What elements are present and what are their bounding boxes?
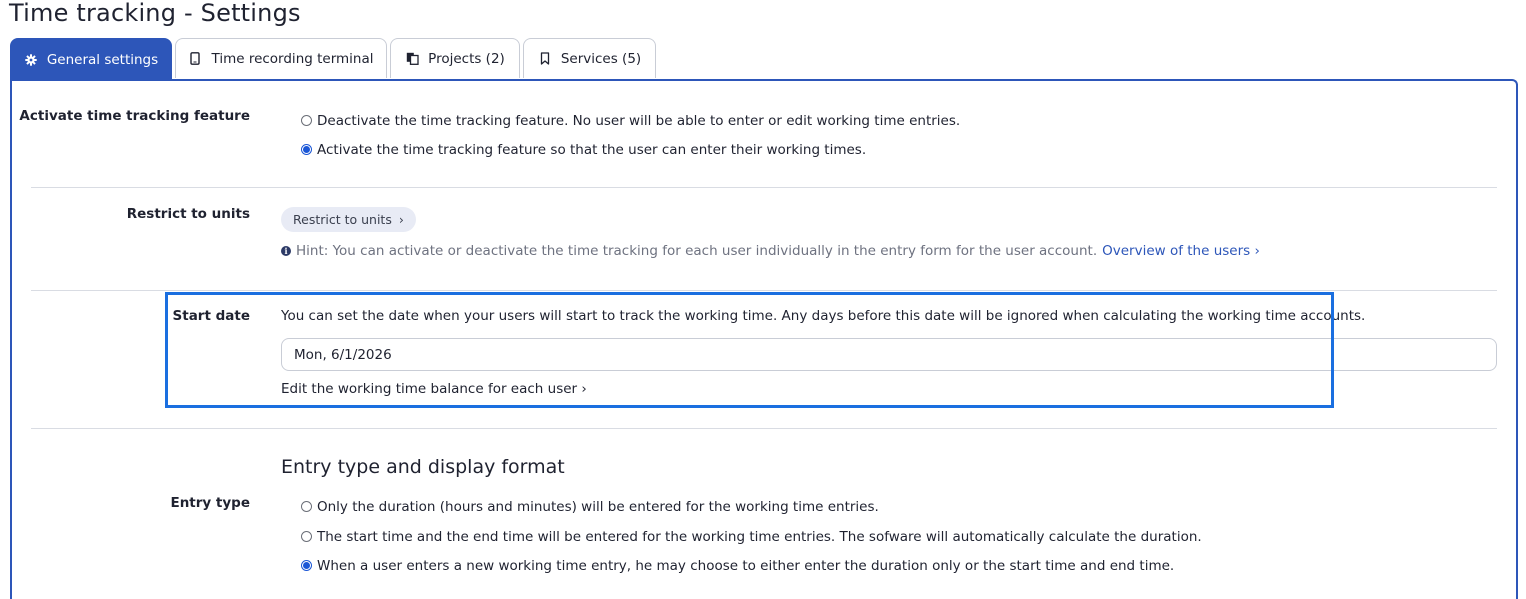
activation-label: Activate time tracking feature (19, 108, 250, 124)
tablet-icon (188, 52, 202, 66)
radio-user-choice[interactable]: When a user enters a new working time en… (301, 558, 1174, 574)
folders-icon (405, 52, 419, 66)
chevron-right-icon: › (398, 212, 404, 227)
radio-label: Only the duration (hours and minutes) wi… (317, 499, 879, 515)
radio-label: Deactivate the time tracking feature. No… (317, 113, 961, 129)
radio-button[interactable] (301, 530, 312, 542)
radio-activate[interactable]: Activate the time tracking feature so th… (301, 142, 866, 158)
radio-deactivate[interactable]: Deactivate the time tracking feature. No… (301, 113, 960, 129)
tab-time-recording-terminal[interactable]: Time recording terminal (175, 38, 387, 78)
restrict-hint: i Hint: You can activate or deactivate t… (281, 243, 1260, 259)
gear-icon (24, 53, 38, 67)
radio-label: When a user enters a new working time en… (317, 558, 1175, 574)
radio-start-end-time[interactable]: The start time and the end time will be … (301, 529, 1202, 545)
radio-label: The start time and the end time will be … (317, 529, 1202, 545)
tab-label: Services (5) (560, 50, 642, 67)
page-title: Time tracking - Settings (9, 0, 301, 27)
restrict-to-units-button[interactable]: Restrict to units › (281, 207, 416, 232)
radio-duration-only[interactable]: Only the duration (hours and minutes) wi… (301, 499, 879, 515)
tab-label: Time recording terminal (211, 50, 374, 67)
divider (31, 428, 1497, 429)
divider (31, 290, 1497, 291)
restrict-label: Restrict to units (126, 206, 250, 222)
radio-label: Activate the time tracking feature so th… (317, 142, 867, 158)
tab-services[interactable]: Services (5) (523, 38, 656, 78)
tab-label: General settings (46, 51, 159, 68)
button-label: Restrict to units (293, 212, 392, 227)
radio-button[interactable] (301, 559, 312, 571)
hint-text: Hint: You can activate or deactivate the… (296, 243, 1098, 259)
bookmark-icon (538, 52, 552, 66)
tab-general-settings[interactable]: General settings (10, 38, 172, 80)
radio-button[interactable] (301, 114, 312, 126)
entry-type-label: Entry type (170, 495, 250, 511)
entry-type-heading: Entry type and display format (281, 456, 565, 478)
tab-projects[interactable]: Projects (2) (390, 38, 520, 78)
focus-highlight (165, 292, 1334, 408)
tab-label: Projects (2) (428, 50, 505, 67)
overview-users-link[interactable]: Overview of the users › (1102, 243, 1260, 259)
info-icon: i (281, 246, 291, 256)
radio-button[interactable] (301, 500, 312, 512)
divider (31, 187, 1497, 188)
radio-button[interactable] (301, 143, 312, 155)
